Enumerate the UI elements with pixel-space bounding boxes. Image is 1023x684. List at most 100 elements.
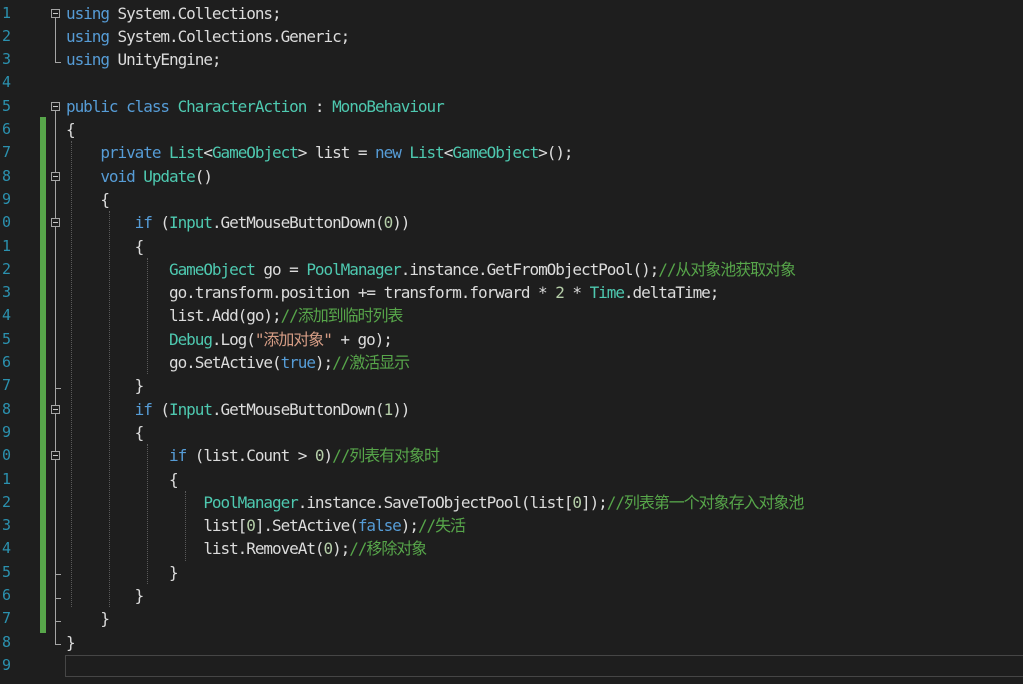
code-token: ].SetActive(	[254, 516, 359, 536]
code-token: );	[314, 353, 333, 372]
code-token: }	[66, 376, 145, 396]
code-token: {	[66, 189, 110, 209]
code-line[interactable]: }	[66, 374, 145, 397]
code-token: .instance.GetFromObjectPool();	[400, 259, 660, 279]
fold-region-end	[55, 574, 61, 576]
code-token: .Log(	[211, 329, 256, 349]
code-token: :	[306, 96, 333, 116]
code-token: {	[66, 469, 179, 489]
code-line[interactable]: private List<GameObject> list = new List…	[66, 141, 573, 164]
code-line[interactable]: using UnityEngine;	[66, 48, 222, 71]
line-number: 8	[2, 399, 12, 418]
code-token: System.Collections;	[108, 3, 282, 23]
line-number: 7	[2, 376, 12, 395]
line-number: 2	[2, 259, 12, 278]
code-token: MonoBehaviour	[332, 96, 445, 116]
line-number: 2	[2, 492, 12, 511]
code-line[interactable]: if (Input.GetMouseButtonDown(1))	[66, 398, 411, 421]
collapse-region-icon[interactable]	[51, 101, 60, 111]
line-number: 4	[2, 539, 12, 558]
code-token: (	[151, 399, 170, 419]
code-token: using	[66, 26, 110, 46]
code-editor[interactable]: 1 2 3 4 5 6 7 8 9 0 1 2 3 4 5 6 7 8 9 0 1 2 3 4 5 6 7 8 9 using Syst…	[0, 0, 1023, 684]
code-token: );	[400, 516, 419, 536]
code-line[interactable]: list.RemoveAt(0);//移除对象	[66, 537, 427, 560]
change-indicator-bar	[40, 117, 46, 633]
collapse-region-icon[interactable]	[51, 451, 60, 461]
code-token: ]);	[581, 492, 608, 512]
code-token: CharacterAction	[177, 96, 308, 116]
collapse-region-icon[interactable]	[51, 171, 60, 181]
code-token: using	[66, 3, 110, 23]
code-line[interactable]: go.SetActive(true);//激活显示	[66, 351, 410, 374]
fold-region-end	[55, 61, 61, 63]
code-line[interactable]: {	[66, 118, 76, 141]
line-number: 9	[2, 189, 12, 208]
code-line[interactable]: {	[66, 421, 145, 444]
code-token: //激活显示	[332, 353, 410, 372]
code-token: ))	[392, 213, 410, 233]
code-line[interactable]: }	[66, 631, 76, 654]
fold-region-end	[55, 597, 61, 599]
code-token: 0	[314, 446, 325, 466]
code-line[interactable]: if (Input.GetMouseButtonDown(0))	[66, 211, 411, 234]
fold-region-end	[55, 644, 61, 646]
code-token: .GetMouseButtonDown(	[211, 213, 385, 233]
code-token: 0	[383, 213, 394, 233]
code-line[interactable]: {	[66, 468, 179, 491]
code-token: 1	[383, 399, 394, 419]
code-line[interactable]: {	[66, 235, 145, 258]
code-line[interactable]: void Update()	[66, 165, 213, 188]
line-number-gutter: 1 2 3 4 5 6 7 8 9 0 1 2 3 4 5 6 7 8 9 0 1 2 3 4 5 6 7 8 9	[0, 0, 24, 684]
code-token: GameObject	[169, 259, 256, 279]
code-token: {	[66, 236, 145, 256]
code-token: PoolManager	[306, 259, 401, 279]
line-number: 9	[2, 422, 12, 441]
code-token: Input	[169, 213, 213, 233]
line-number: 4	[2, 73, 12, 92]
code-line[interactable]: {	[66, 188, 110, 211]
line-number: 7	[2, 143, 12, 162]
code-token: List	[409, 143, 444, 163]
code-token: private	[100, 143, 170, 163]
code-token: false	[357, 516, 402, 536]
code-token: .deltaTime;	[623, 283, 719, 303]
code-line[interactable]: list.Add(go);//添加到临时列表	[66, 304, 403, 327]
code-token: + go);	[331, 329, 393, 349]
code-line[interactable]: go.transform.position += transform.forwa…	[66, 281, 719, 304]
line-number: 3	[2, 283, 12, 302]
line-number: 2	[2, 26, 12, 45]
code-token: //列表有对象时	[332, 446, 440, 466]
code-line[interactable]: Debug.Log("添加对象" + go);	[66, 328, 393, 351]
code-token: ()	[194, 166, 213, 186]
collapse-region-icon[interactable]	[51, 8, 60, 18]
collapse-region-icon[interactable]	[51, 404, 60, 414]
code-line[interactable]: }	[66, 607, 110, 630]
code-token: }	[66, 562, 179, 582]
fold-region-line	[55, 460, 56, 575]
code-line[interactable]: using System.Collections.Generic;	[66, 25, 350, 48]
code-token: }	[66, 632, 76, 652]
line-number: 0	[2, 213, 12, 232]
code-line[interactable]: PoolManager.instance.SaveToObjectPool(li…	[66, 491, 804, 514]
code-token: (list.Count >	[186, 446, 315, 466]
line-number: 1	[2, 3, 12, 22]
code-token: //从对象池获取对象	[658, 259, 796, 279]
code-line[interactable]: GameObject go = PoolManager.instance.Get…	[66, 258, 796, 281]
code-line[interactable]: public class CharacterAction : MonoBehav…	[66, 95, 445, 118]
code-token: <	[203, 143, 213, 163]
code-line[interactable]: }	[66, 584, 145, 607]
code-token: public class	[66, 96, 178, 116]
fold-region-end	[55, 387, 61, 389]
collapse-region-icon[interactable]	[51, 218, 60, 228]
code-token: > list =	[297, 143, 376, 163]
code-line[interactable]: using System.Collections;	[66, 2, 282, 25]
code-token: go.transform.position += transform.forwa…	[66, 283, 556, 303]
code-line[interactable]: }	[66, 561, 179, 584]
code-token: list.RemoveAt(	[66, 539, 324, 559]
line-number: 5	[2, 562, 12, 581]
code-line[interactable]: list[0].SetActive(false);//失活	[66, 514, 466, 537]
code-line[interactable]: if (list.Count > 0)//列表有对象时	[66, 444, 440, 467]
